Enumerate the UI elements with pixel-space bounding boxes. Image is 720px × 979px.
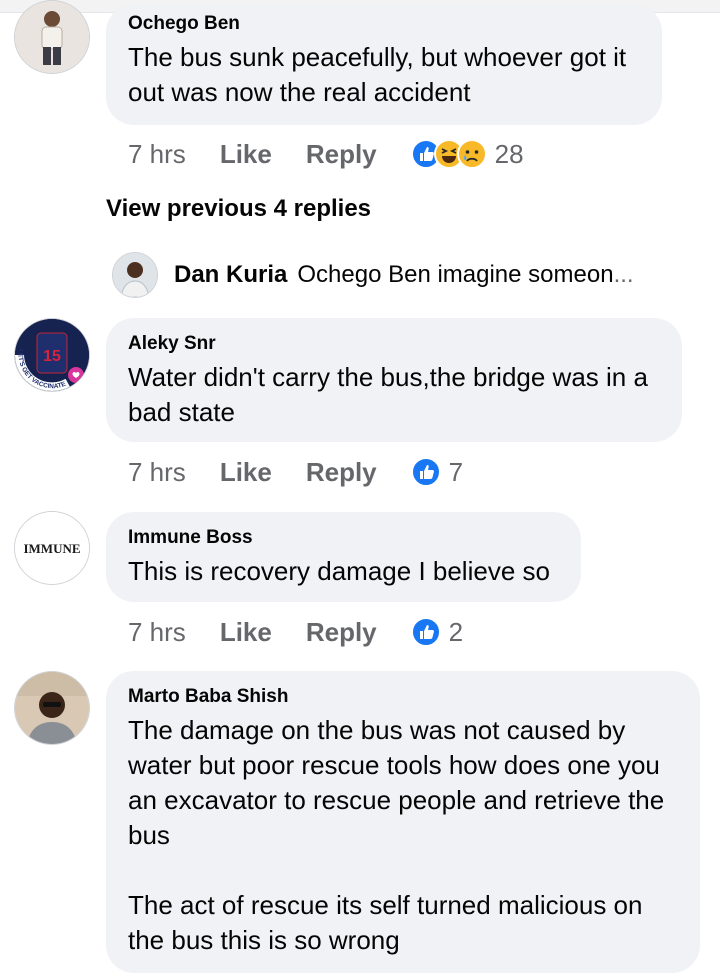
like-icon <box>410 457 441 487</box>
comment-bubble: Immune Boss This is recovery damage I be… <box>106 512 581 602</box>
reactions-summary[interactable]: 7 <box>410 456 464 488</box>
reply-button[interactable]: Reply <box>306 457 377 488</box>
comment-author[interactable]: Ochego Ben <box>128 12 640 36</box>
comment-bubble: Aleky Snr Water didn't carry the bus,the… <box>106 318 682 442</box>
reaction-count: 2 <box>448 616 464 647</box>
avatar-immune-boss[interactable]: IMMUNE <box>14 511 90 585</box>
reply-ellipsis: ... <box>613 261 634 288</box>
comment-actions: 7 hrs Like Reply 7 <box>128 452 463 492</box>
reply-button[interactable]: Reply <box>306 617 377 648</box>
avatar-immune-text: IMMUNE <box>23 541 80 556</box>
reactions-summary[interactable]: 28 <box>410 138 524 170</box>
reaction-count: 28 <box>494 138 524 169</box>
comment-text: This is recovery damage I believe so <box>128 556 550 586</box>
comment-time[interactable]: 7 hrs <box>128 139 186 170</box>
comment-text: The bus sunk peacefully, but whoever got… <box>128 42 627 107</box>
reply-author[interactable]: Dan Kuria <box>174 261 287 289</box>
comment-bubble: Marto Baba Shish The damage on the bus w… <box>106 671 700 973</box>
reply-preview[interactable]: Dan Kuria Ochego Ben imagine someon... <box>112 252 634 298</box>
view-previous-replies-link[interactable]: View previous 4 replies <box>106 195 371 223</box>
comment-author[interactable]: Marto Baba Shish <box>128 685 678 709</box>
comment-author[interactable]: Aleky Snr <box>128 332 660 356</box>
reaction-count: 7 <box>448 456 464 487</box>
comment-text: Water didn't carry the bus,the bridge wa… <box>128 362 648 427</box>
reactions-summary[interactable]: 2 <box>410 616 464 648</box>
like-icon <box>410 617 441 647</box>
sad-icon <box>456 139 487 169</box>
reply-button[interactable]: Reply <box>306 139 377 170</box>
avatar-jersey-number: 15 <box>43 348 61 365</box>
reply-text: Ochego Ben imagine someon <box>297 261 614 288</box>
avatar-aleky-snr[interactable]: 15 LET'S GET VACCINATED <box>14 318 90 392</box>
avatar-ochego-ben[interactable] <box>14 0 90 74</box>
comment-bubble: Ochego Ben The bus sunk peacefully, but … <box>106 4 662 125</box>
like-button[interactable]: Like <box>220 457 272 488</box>
like-button[interactable]: Like <box>220 139 272 170</box>
comment-actions: 7 hrs Like Reply 2 <box>128 612 463 652</box>
comment-text: The damage on the bus was not caused by … <box>128 715 665 955</box>
avatar-dan-kuria[interactable] <box>112 252 158 298</box>
like-button[interactable]: Like <box>220 617 272 648</box>
comment-time[interactable]: 7 hrs <box>128 457 186 488</box>
avatar-marto-baba-shish[interactable] <box>14 671 90 745</box>
comment-author[interactable]: Immune Boss <box>128 526 559 550</box>
comment-time[interactable]: 7 hrs <box>128 617 186 648</box>
comment-actions: 7 hrs Like Reply 28 <box>128 134 524 174</box>
